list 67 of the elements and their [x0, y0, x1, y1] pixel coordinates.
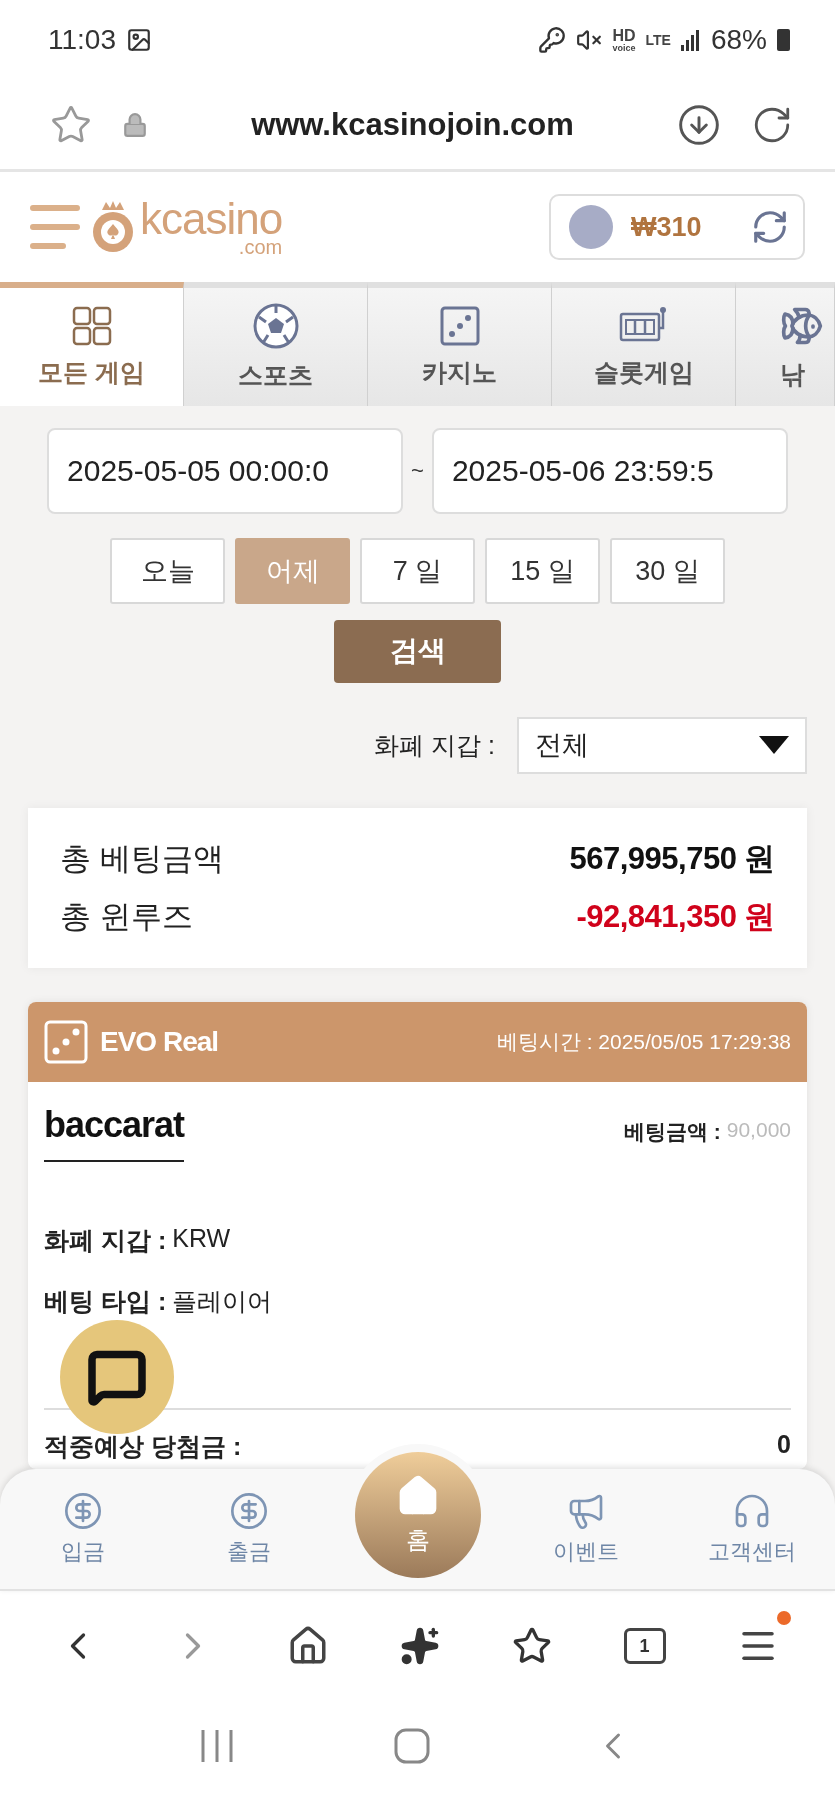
- battery-icon: [777, 29, 790, 51]
- wallet-select[interactable]: 전체: [517, 716, 807, 774]
- nav-item[interactable]: 출금: [166, 1491, 333, 1567]
- category-tab[interactable]: 슬롯게임: [552, 282, 736, 406]
- period-button[interactable]: 30 일: [610, 538, 725, 604]
- period-button[interactable]: 오늘: [110, 538, 225, 604]
- mute-icon: [576, 27, 603, 53]
- game-name: baccarat: [44, 1103, 185, 1162]
- key-icon: [538, 26, 567, 54]
- range-separator: ~: [411, 458, 424, 484]
- balance-amount: ₩310: [631, 211, 703, 243]
- dice-icon: [439, 305, 480, 346]
- bet-time: 베팅시간 : 2025/05/05 17:29:38: [496, 1028, 791, 1055]
- home-square-icon[interactable]: [394, 1728, 431, 1764]
- recent-apps-icon[interactable]: [200, 1728, 235, 1764]
- tab-label: 카지노: [422, 356, 497, 388]
- image-icon: [126, 27, 152, 53]
- period-button[interactable]: 7 일: [360, 538, 475, 604]
- bookmarks-icon[interactable]: [512, 1626, 553, 1666]
- nav-item[interactable]: 이벤트: [502, 1491, 669, 1567]
- tab-label: 슬롯게임: [593, 356, 694, 388]
- tab-label: 낚: [780, 358, 805, 390]
- tab-label: 모든 게임: [38, 356, 145, 388]
- summary-value: -92,841,350 원: [576, 897, 775, 936]
- category-tab[interactable]: 낚: [736, 282, 835, 406]
- voice-label: voice: [612, 43, 636, 53]
- signal-icon: [680, 29, 701, 51]
- period-button[interactable]: 15 일: [485, 538, 600, 604]
- download-icon[interactable]: [677, 102, 721, 147]
- clock-time: 11:03: [48, 24, 116, 56]
- lock-icon: [122, 111, 148, 138]
- detail-label: 화폐 지갑 :: [44, 1224, 167, 1256]
- summary-label: 총 윈루즈: [60, 897, 193, 936]
- coin-icon: [229, 1491, 270, 1531]
- category-tab[interactable]: 카지노: [368, 282, 552, 406]
- network-label: LTE: [645, 33, 671, 47]
- bet-amount-label: 베팅금액 :: [623, 1118, 721, 1145]
- tab-label: 스포츠: [238, 359, 313, 391]
- refresh-icon[interactable]: [751, 208, 789, 246]
- summary-value: 567,995,750 원: [569, 839, 775, 878]
- provider-name: EVO Real: [100, 1025, 219, 1058]
- category-tab[interactable]: 스포츠: [184, 282, 368, 406]
- sparkles-icon[interactable]: [400, 1626, 441, 1666]
- soccer-ball-icon: [252, 302, 299, 349]
- coin-icon: [63, 1491, 104, 1531]
- nav-item[interactable]: 고객센터: [668, 1491, 835, 1567]
- grid-icon: [71, 305, 112, 346]
- detail-label: 베팅 타입 :: [44, 1285, 167, 1317]
- search-button[interactable]: 검색: [334, 620, 501, 683]
- nav-item[interactable]: 입금: [0, 1491, 167, 1567]
- payout-value: 0: [777, 1429, 791, 1460]
- summary-label: 총 베팅금액: [60, 839, 224, 878]
- hd-label: HD: [612, 27, 636, 44]
- poker-chip-icon: [90, 200, 136, 254]
- dropdown-caret-icon: [759, 736, 789, 755]
- won-coin-icon: [569, 205, 613, 249]
- detail-value: 플레이어: [172, 1285, 273, 1317]
- tabs-button[interactable]: 1: [623, 1628, 666, 1664]
- dice-icon: [44, 1019, 88, 1064]
- wallet-label: 화폐 지갑 :: [374, 729, 495, 761]
- detail-value: KRW: [172, 1223, 231, 1254]
- payout-label: 적중예상 당첨금 :: [44, 1430, 242, 1462]
- battery-percent: 68%: [710, 24, 767, 56]
- start-date-field[interactable]: 2025-05-05 00:00:0: [47, 428, 404, 514]
- category-tab[interactable]: 모든 게임: [0, 282, 184, 406]
- bet-amount-value: 90,000: [726, 1117, 791, 1143]
- end-date-field[interactable]: 2025-05-06 23:59:5: [431, 428, 788, 514]
